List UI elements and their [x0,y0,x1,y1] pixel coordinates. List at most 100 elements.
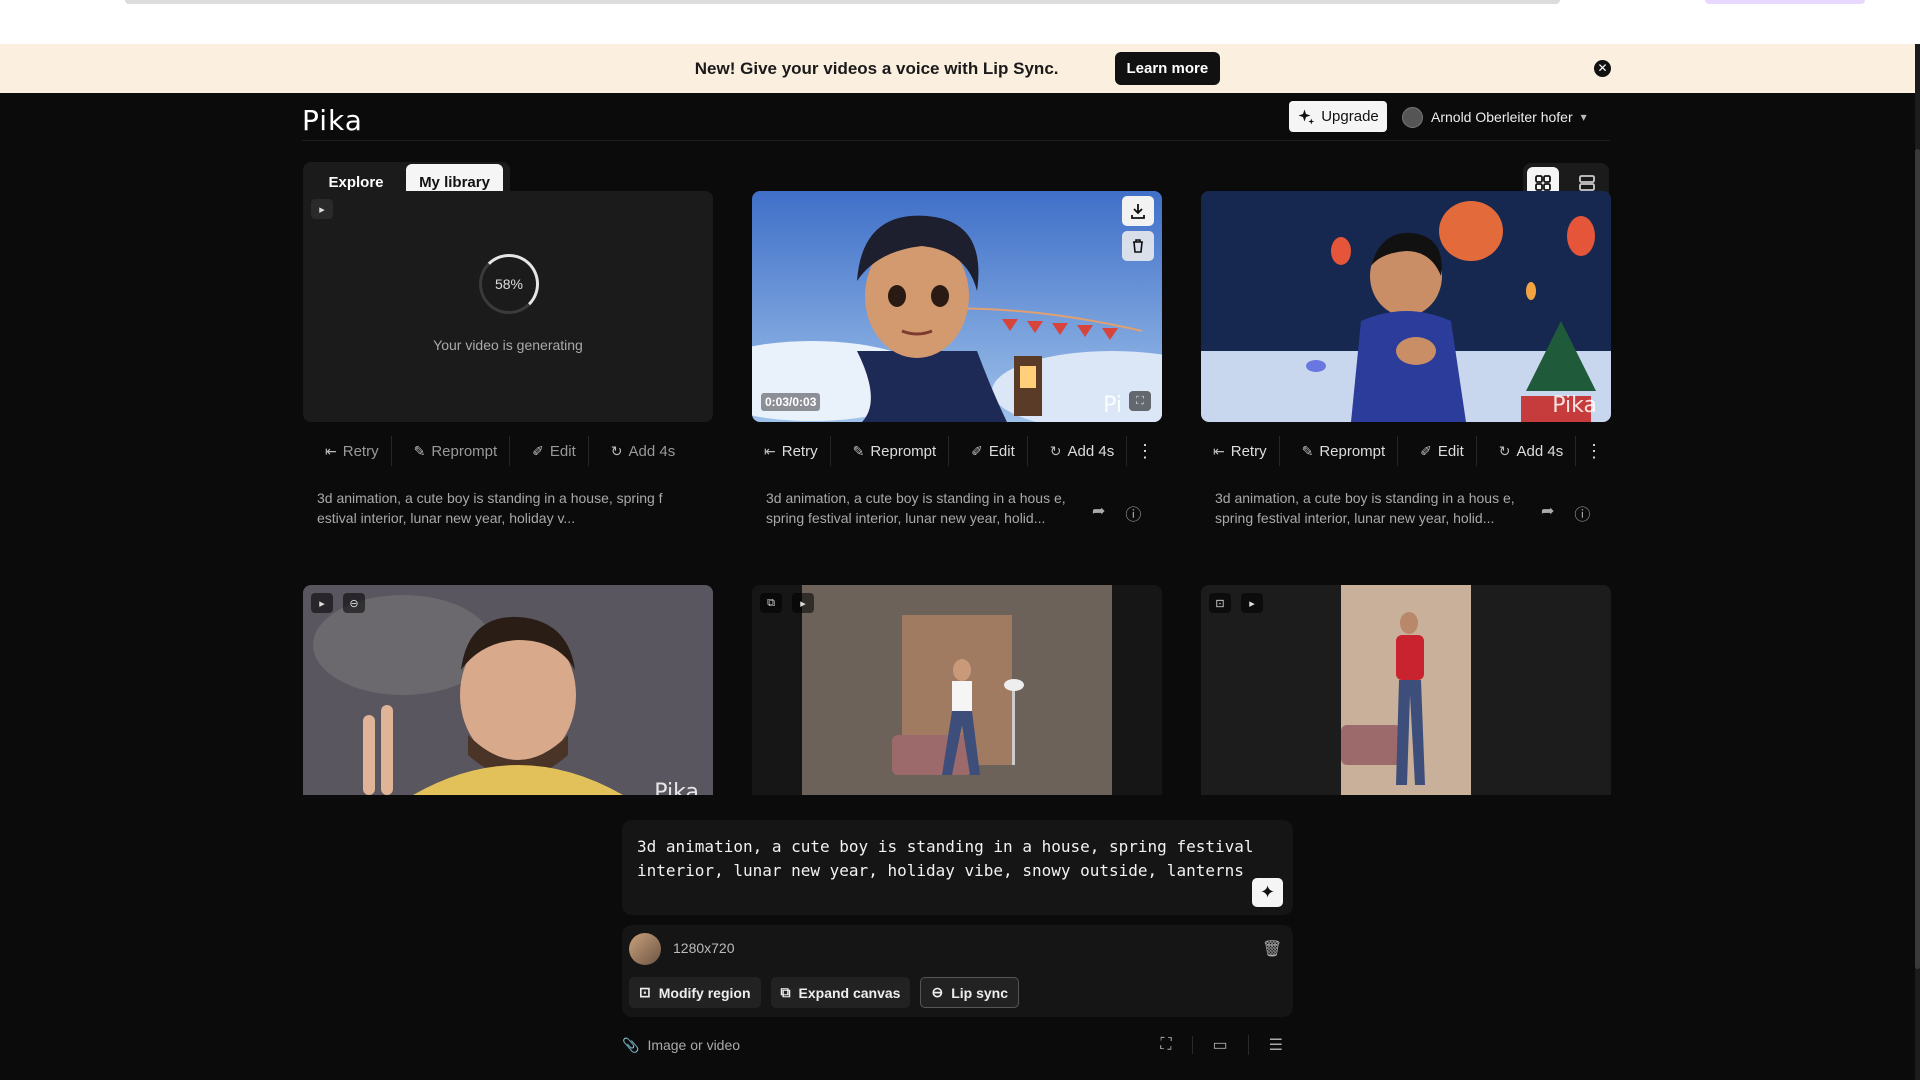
scrollbar-thumb[interactable] [1915,149,1920,969]
video-thumbnail[interactable]: ▸ ⊖ Pika [303,585,713,795]
video-description: 3d animation, a cute boy is standing in … [1215,490,1515,526]
lip-sync-icon: ⊖ [343,593,365,613]
reprompt-button[interactable]: ✎ Reprompt [831,436,950,466]
clock-plus-icon: ↻ [610,442,623,459]
asset-resolution: 1280x720 [673,940,735,956]
edit-button[interactable]: ✐ Edit [510,436,589,466]
attach-media-button[interactable]: 📎 Image or video [622,1037,740,1054]
learn-more-button[interactable]: Learn more [1114,52,1221,85]
pencil-box-icon: ✎ [413,442,426,459]
toolbar-right: ⛶ ▭ ☰ [1140,1035,1293,1055]
avatar [1402,106,1423,128]
add-4s-button[interactable]: ↻ Add 4s [589,436,687,466]
reprompt-label: Reprompt [870,442,937,460]
edit-button[interactable]: ✐ Edit [1398,436,1477,466]
delete-button[interactable] [1122,231,1154,261]
banner-message: New! Give your videos a voice with Lip S… [694,58,1059,78]
video-type-icon: ▸ [311,199,333,219]
pika-logo[interactable]: Pika [302,104,363,137]
retry-icon: ⇤ [1213,442,1225,459]
info-icon[interactable]: ⓘ [1125,501,1141,525]
card-actions: ⇤ Retry ✎ Reprompt ✐ Edit ↻ Add 4s [303,436,713,466]
paperclip-icon: 📎 [622,1036,640,1053]
more-options-icon[interactable]: ⋮ [1585,441,1611,462]
close-banner-icon[interactable]: ✕ [1594,60,1611,77]
lip-sync-button[interactable]: ⊖ Lip sync [920,977,1019,1008]
expand-icon: ⧉ [780,984,791,1000]
modify-region-button[interactable]: ⊡ Modify region [629,977,761,1008]
progress-spinner: 58% [479,254,539,314]
generating-status: Your video is generating [433,337,583,353]
settings-sliders-icon[interactable]: ☰ [1249,1035,1293,1055]
edit-label: Edit [549,442,576,460]
add-4s-button[interactable]: ↻ Add 4s [1028,436,1128,466]
more-options-icon[interactable]: ⋮ [1136,441,1162,462]
list-icon [1579,174,1595,191]
retry-label: Retry [781,442,818,460]
user-menu[interactable]: Arnold Oberleiter hofer ▾ [1402,105,1587,129]
reprompt-label: Reprompt [431,442,498,460]
generate-button[interactable]: ✦ [1252,878,1283,907]
expand-canvas-button[interactable]: ⧉ Expand canvas [770,977,911,1008]
browser-pill[interactable] [1705,0,1865,4]
video-type-icon: ▸ [311,593,333,613]
video-description: 3d animation, a cute boy is standing in … [317,490,663,526]
brush-icon: ✐ [971,442,983,459]
video-frame-boy-festival [752,191,1162,422]
modify-region-label: Modify region [658,984,751,1001]
upgrade-button[interactable]: Upgrade [1289,101,1387,132]
reprompt-button[interactable]: ✎ Reprompt [392,436,511,466]
video-frame-dancer-room [752,585,1162,795]
trash-icon [1133,239,1143,253]
reprompt-button[interactable]: ✎ Reprompt [1280,436,1399,466]
retry-icon: ⇤ [764,442,776,459]
video-thumbnail: ▸ 58% Your video is generating [303,191,713,422]
share-icon[interactable]: ➦ [1541,501,1554,525]
progress-label: 58% [494,276,524,292]
camera-icon[interactable]: ▭ [1193,1035,1249,1055]
edit-button[interactable]: ✐ Edit [949,436,1028,466]
address-bar[interactable] [125,0,1560,4]
video-thumbnail[interactable]: 0:03/0:03 Pi ⛶ [752,191,1162,422]
info-icon[interactable]: ⓘ [1574,501,1590,525]
video-frame-dancer-portrait [1201,585,1611,795]
video-thumbnail[interactable]: ⊡ ▸ [1201,585,1611,795]
retry-icon: ⇤ [325,442,337,459]
trash-icon[interactable]: 🗑 [1262,939,1282,959]
expand-icon: ⧉ [760,593,782,613]
retry-button[interactable]: ⇤ Retry [752,436,831,466]
lip-sync-icon: ⊖ [931,984,944,1000]
add-label: Add 4s [1516,442,1564,460]
download-button[interactable] [1122,196,1154,226]
prompt-toolbar: 📎 Image or video ⛶ ▭ ☰ [622,1030,1293,1060]
video-thumbnail[interactable]: ⧉ ▸ [752,585,1162,795]
share-icon[interactable]: ➦ [1092,501,1105,525]
pika-watermark: Pi [1103,393,1122,418]
aspect-ratio-icon[interactable]: ⛶ [1140,1036,1193,1054]
sparkle-icon [1298,109,1315,124]
prompt-box[interactable]: 3d animation, a cute boy is standing in … [622,820,1293,915]
fullscreen-icon[interactable]: ⛶ [1129,391,1151,411]
attach-label: Image or video [647,1037,741,1053]
retry-button[interactable]: ⇤ Retry [1201,436,1280,466]
video-type-icon: ▸ [792,593,814,613]
add-4s-button[interactable]: ↻ Add 4s [1477,436,1577,466]
add-label: Add 4s [1067,442,1115,460]
edit-label: Edit [1437,442,1464,460]
add-label: Add 4s [628,442,676,460]
retry-label: Retry [1230,442,1267,460]
modify-region-icon: ⊡ [1209,593,1231,613]
user-name: Arnold Oberleiter hofer [1431,109,1573,125]
video-description: 3d animation, a cute boy is standing in … [766,490,1066,526]
video-duration: 0:03/0:03 [761,393,821,411]
upgrade-label: Upgrade [1321,108,1379,125]
page-scrollbar[interactable] [1915,44,1920,1080]
video-thumbnail[interactable]: Pika [1201,191,1611,422]
share-info-group: ➦ ⓘ [1541,501,1590,525]
lip-sync-label: Lip sync [951,984,1008,1001]
reprompt-label: Reprompt [1319,442,1386,460]
app-header: Pika Upgrade Arnold Oberleiter hofer ▾ [302,93,1610,141]
prompt-textarea[interactable]: 3d animation, a cute boy is standing in … [637,835,1257,883]
retry-button[interactable]: ⇤ Retry [303,436,392,466]
retry-label: Retry [342,442,379,460]
